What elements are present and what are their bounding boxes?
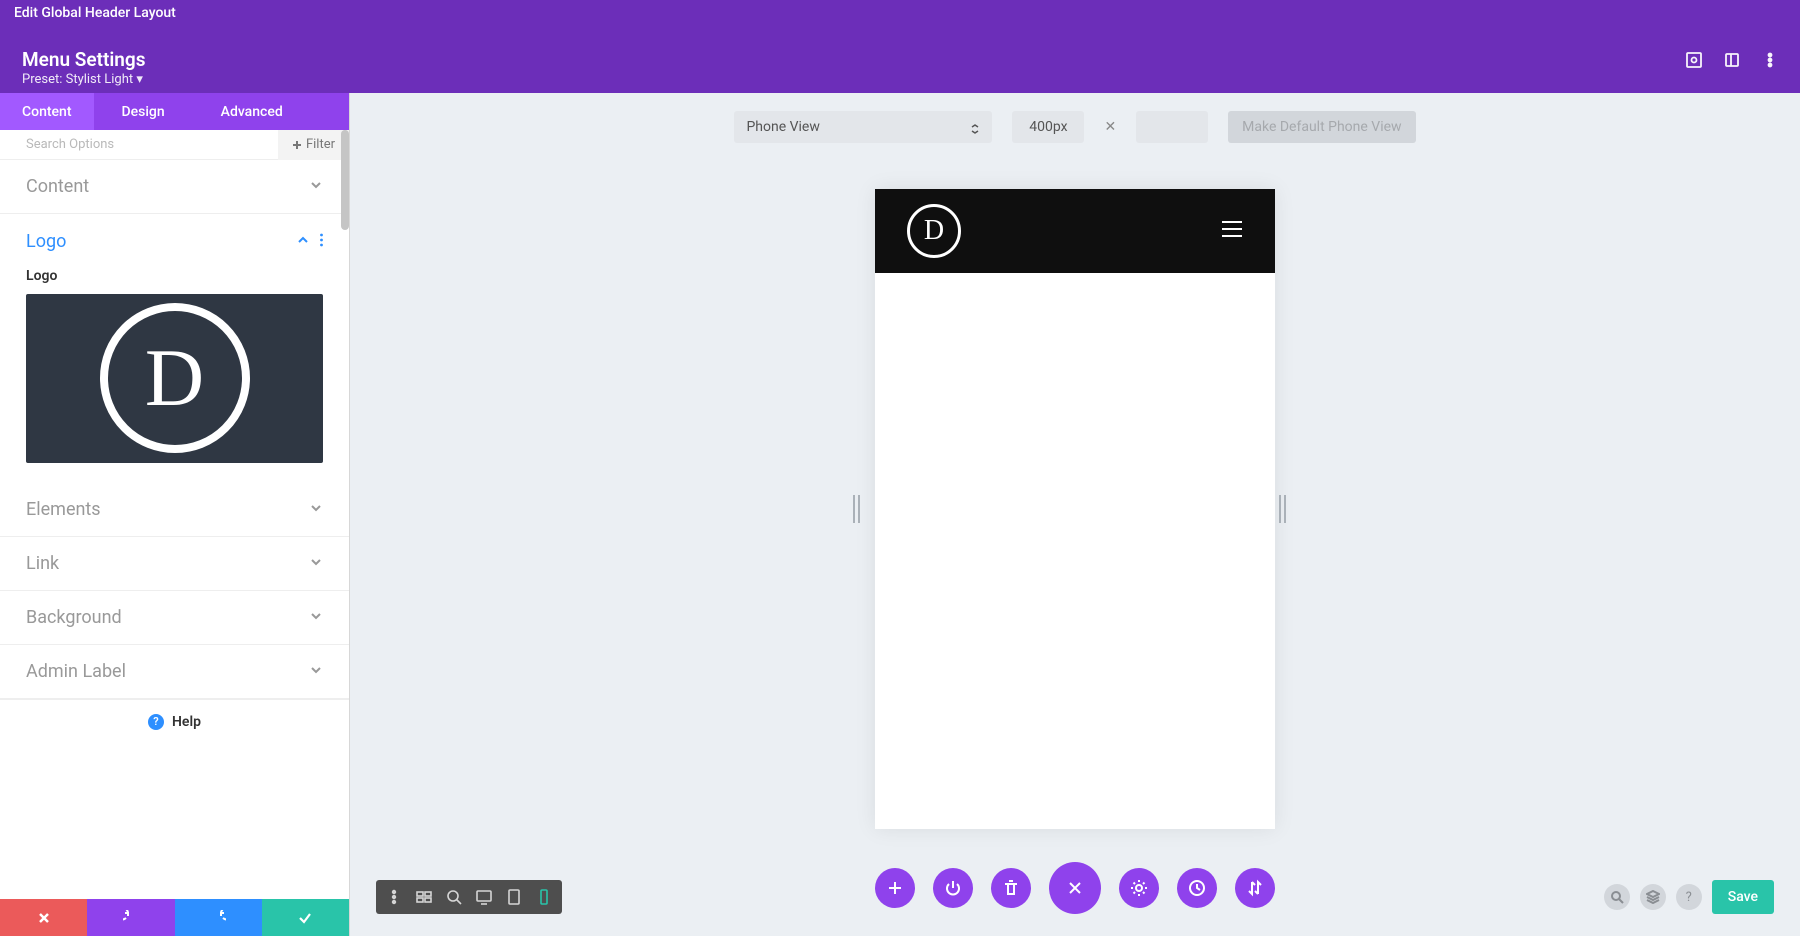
filter-button[interactable]: Filter	[278, 130, 349, 160]
section-link[interactable]: Link	[0, 537, 349, 591]
device-toolbar	[376, 880, 562, 914]
dimension-separator: ✕	[1104, 119, 1116, 135]
wireframe-icon[interactable]	[416, 889, 432, 905]
section-admin-label[interactable]: Admin Label	[0, 645, 349, 699]
confirm-button[interactable]	[262, 899, 349, 936]
tablet-icon[interactable]	[506, 889, 522, 905]
chevron-down-icon	[309, 553, 323, 574]
phone-icon[interactable]	[536, 889, 552, 905]
undo-button[interactable]	[87, 899, 174, 936]
view-dropdown[interactable]: Phone View	[734, 111, 992, 143]
close-action-button[interactable]	[1049, 862, 1101, 914]
redo-button[interactable]	[175, 899, 262, 936]
chevron-down-icon	[309, 499, 323, 520]
chevron-down-icon	[309, 176, 323, 197]
resize-handle-right[interactable]	[1279, 495, 1297, 523]
search-icon[interactable]	[1604, 884, 1630, 910]
help-button[interactable]: ? Help	[0, 699, 349, 744]
view-label: Phone View	[746, 119, 819, 135]
layers-icon[interactable]	[1640, 884, 1666, 910]
section-label: Background	[26, 607, 122, 628]
sort-button[interactable]	[1235, 868, 1275, 908]
logo-image-upload[interactable]: D	[26, 294, 323, 463]
zoom-icon[interactable]	[446, 889, 462, 905]
panel-title: Menu Settings	[22, 48, 146, 71]
section-label: Elements	[26, 499, 101, 520]
chevron-down-icon	[309, 661, 323, 682]
chevron-up-icon	[296, 231, 310, 252]
preview-header[interactable]: D	[875, 189, 1275, 273]
add-button[interactable]	[875, 868, 915, 908]
section-elements[interactable]: Elements	[0, 483, 349, 537]
trash-button[interactable]	[991, 868, 1031, 908]
kebab-icon[interactable]	[320, 231, 323, 252]
help-icon[interactable]: ?	[1676, 884, 1702, 910]
kebab-icon[interactable]	[1762, 52, 1778, 68]
search-input[interactable]: Search Options	[26, 137, 114, 152]
hamburger-icon[interactable]	[1221, 220, 1243, 242]
section-label: Logo	[26, 231, 66, 252]
chevron-down-icon	[309, 607, 323, 628]
expand-icon[interactable]	[1724, 52, 1740, 68]
logo-letter: D	[924, 215, 944, 247]
responsive-icon[interactable]	[1686, 52, 1702, 68]
help-icon: ?	[148, 714, 164, 730]
save-button[interactable]: Save	[1712, 880, 1774, 914]
logo-field-label: Logo	[26, 268, 323, 284]
phone-preview: D	[875, 189, 1275, 829]
kebab-icon[interactable]	[386, 889, 402, 905]
preview-logo[interactable]: D	[907, 204, 961, 258]
section-logo[interactable]: Logo	[0, 214, 349, 268]
section-label: Admin Label	[26, 661, 126, 682]
cancel-button[interactable]	[0, 899, 87, 936]
desktop-icon[interactable]	[476, 889, 492, 905]
scrollbar[interactable]	[341, 130, 349, 230]
action-toolbar	[875, 862, 1275, 914]
make-default-button[interactable]: Make Default Phone View	[1228, 111, 1415, 143]
section-content[interactable]: Content	[0, 160, 349, 214]
select-icon	[970, 122, 980, 132]
section-label: Content	[26, 176, 89, 197]
width-input[interactable]	[1012, 111, 1084, 143]
section-label: Link	[26, 553, 59, 574]
tab-design[interactable]: Design	[94, 93, 193, 130]
topbar-title: Edit Global Header Layout	[14, 5, 176, 21]
settings-button[interactable]	[1119, 868, 1159, 908]
tab-content[interactable]: Content	[0, 93, 94, 130]
history-button[interactable]	[1177, 868, 1217, 908]
preset-selector[interactable]: Preset: Stylist Light ▾	[22, 72, 143, 87]
height-input[interactable]	[1136, 111, 1208, 143]
resize-handle-left[interactable]	[853, 495, 871, 523]
tab-advanced[interactable]: Advanced	[193, 93, 311, 130]
power-button[interactable]	[933, 868, 973, 908]
logo-letter: D	[145, 331, 204, 425]
section-background[interactable]: Background	[0, 591, 349, 645]
filter-label: Filter	[306, 137, 335, 152]
help-label: Help	[172, 714, 201, 730]
